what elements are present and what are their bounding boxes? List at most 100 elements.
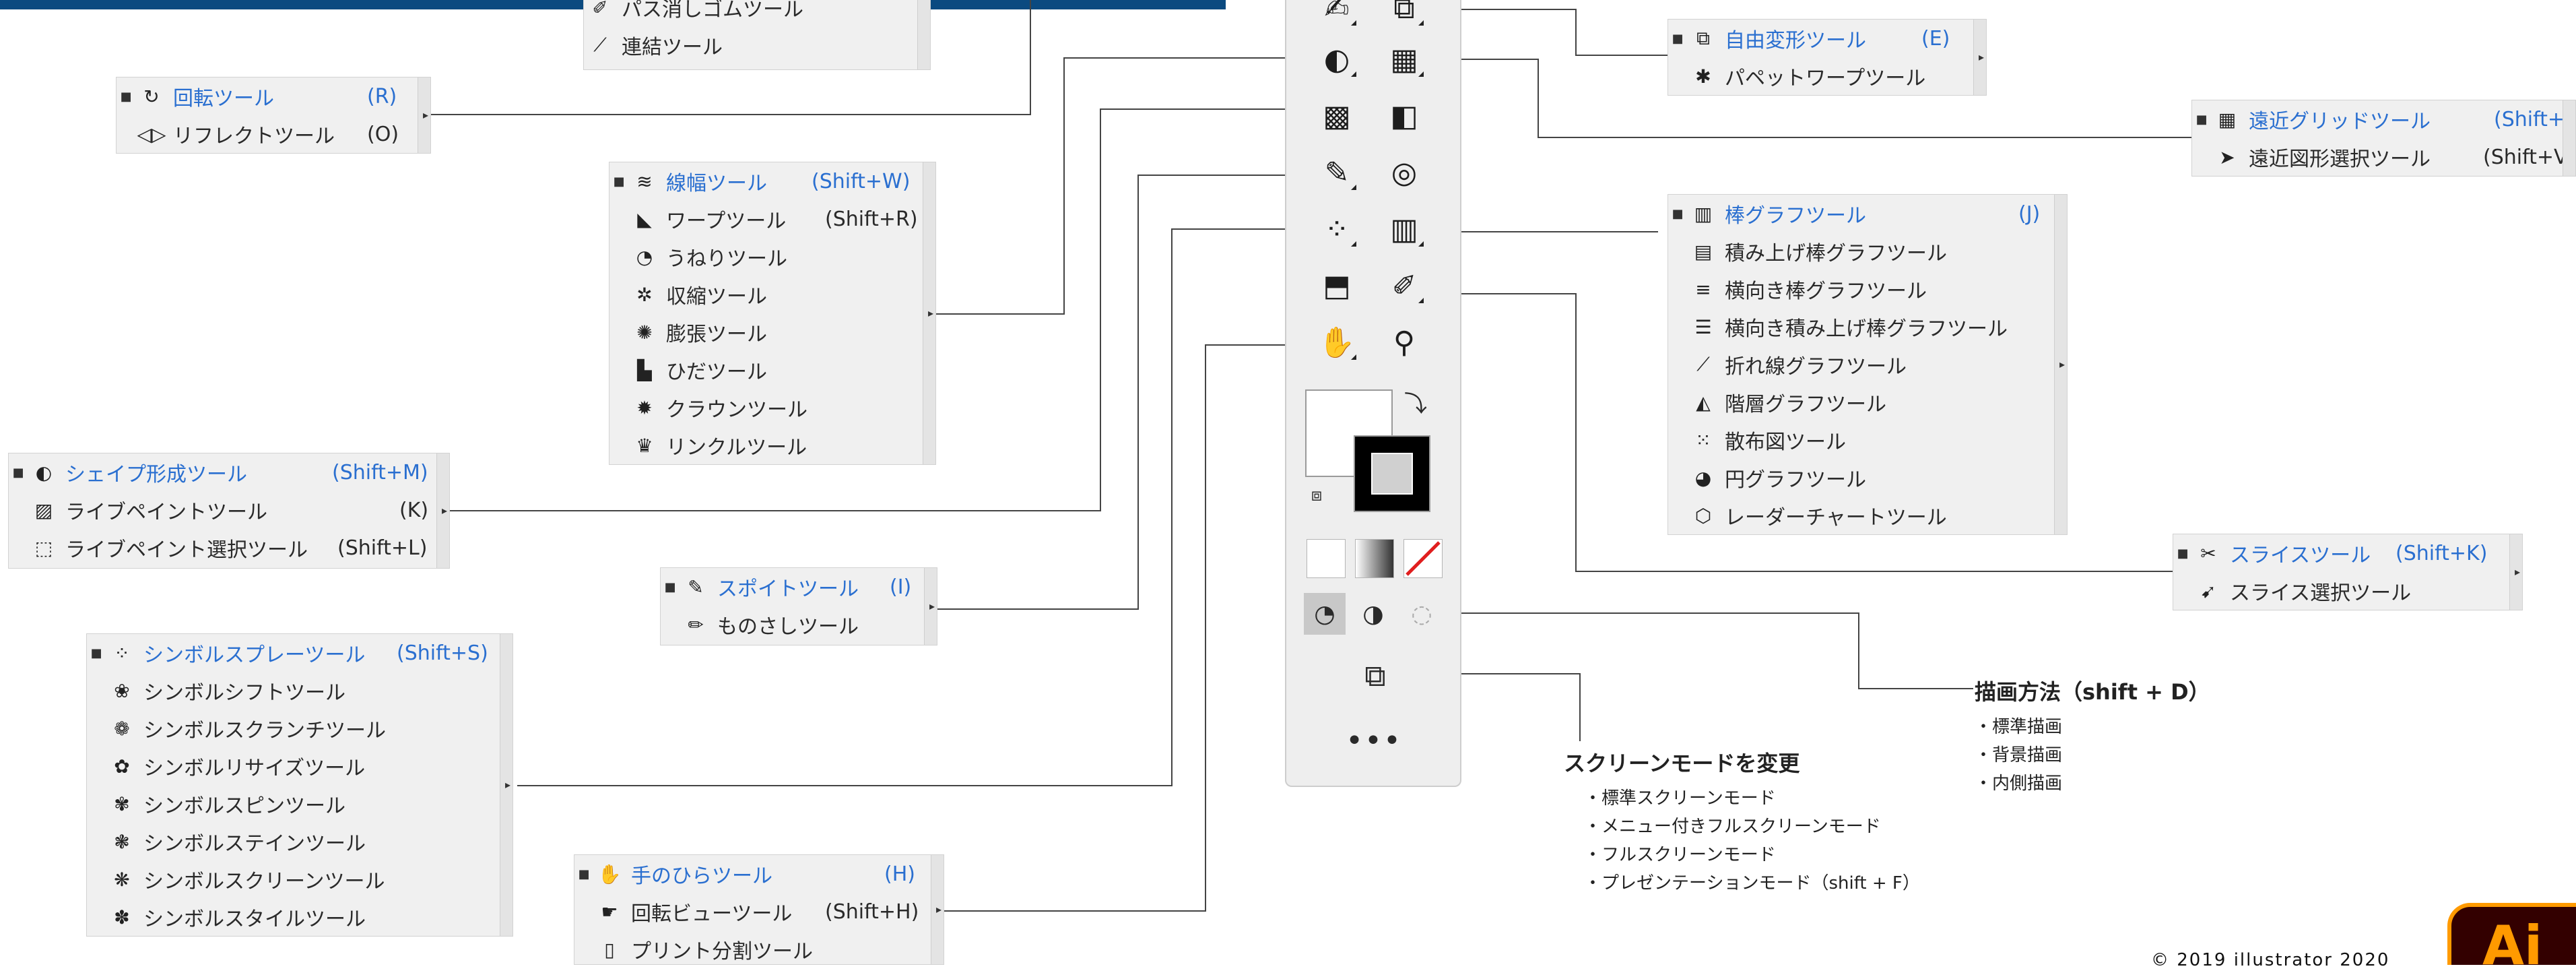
free-transform-tool[interactable]: ■ ⧉ 自由変形ツール (E) <box>1668 20 1987 57</box>
draw-normal-button[interactable]: ◔ <box>1304 593 1346 635</box>
column-graph-icon: ▥ <box>1390 212 1418 247</box>
crystallize-tool[interactable]: ✹ クラウンツール <box>609 389 936 427</box>
bloat-icon: ✺ <box>636 321 653 344</box>
eyedropper-tool[interactable]: ■ ✎ スポイトツール (I) <box>661 568 937 606</box>
free-transform-icon: ⧉ <box>1696 27 1710 49</box>
symbol-group-button[interactable]: ⁘ <box>1313 208 1360 251</box>
symbol-stainer-tool[interactable]: ❃ シンボルステインツール <box>87 823 513 860</box>
hand-group-button[interactable]: ✋ <box>1313 321 1360 364</box>
eraser-group-button[interactable]: ✍ <box>1313 0 1360 30</box>
slice-group-button[interactable]: ✐ <box>1381 264 1428 307</box>
live-paint-tool[interactable]: ▨ ライブペイントツール (K) <box>9 491 450 529</box>
measure-tool[interactable]: ✏ ものさしツール <box>661 606 937 643</box>
screen-mode-item: ・プレゼンテーションモード（shift + F） <box>1584 873 1920 893</box>
reflect-tool[interactable]: ◁▷ リフレクトツール (O) <box>117 115 431 153</box>
bar-graph-tool[interactable]: ≡ 横向き棒グラフツール <box>1668 270 2068 308</box>
rotate-tool[interactable]: ■ ↻ 回転ツール (R) <box>117 77 431 115</box>
print-tiling-tool[interactable]: ▯ プリント分割ツール <box>574 931 944 968</box>
stacked-column-tool[interactable]: ▤ 積み上げ棒グラフツール <box>1668 232 2068 270</box>
bloat-tool[interactable]: ✺ 膨張ツール <box>609 313 936 351</box>
shape-builder-flyout: ■ ◐ シェイプ形成ツール (Shift+M) ▨ ライブペイントツール (K)… <box>8 453 450 569</box>
column-graph-tool[interactable]: ■ ▥ 棒グラフツール (J) <box>1668 195 2068 232</box>
edit-toolbar-button[interactable]: ••• <box>1340 726 1408 761</box>
hand-tool[interactable]: ■ ✋ 手のひらツール (H) <box>574 855 944 893</box>
symbol-stainer-icon: ❃ <box>114 830 130 853</box>
wrinkle-tool[interactable]: ♛ リンクルツール <box>609 427 936 464</box>
gradient-tool-button[interactable]: ◧ <box>1381 94 1428 137</box>
stacked-bar-tool[interactable]: ☰ 横向き積み上げ棒グラフツール <box>1668 308 2068 346</box>
symbol-spinner-tool[interactable]: ✾ シンボルスピンツール <box>87 785 513 823</box>
free-transform-group-button[interactable]: ⧉ <box>1381 0 1428 30</box>
radar-graph-tool[interactable]: ⬡ レーダーチャートツール <box>1668 497 2068 534</box>
draw-inside-button[interactable]: ◌ <box>1401 593 1443 635</box>
tearoff-arrow-icon[interactable]: ▸ <box>929 601 935 612</box>
live-paint-select-icon: ⬚ <box>34 536 53 559</box>
area-graph-tool[interactable]: ◭ 階層グラフツール <box>1668 383 2068 421</box>
hand-tools-flyout: ■ ✋ 手のひらツール (H) ☛ 回転ビューツール (Shift+H) ▯ プ… <box>574 854 944 965</box>
symbol-screener-tool[interactable]: ❋ シンボルスクリーンツール <box>87 860 513 898</box>
path-eraser-icon: ✐ <box>592 0 608 19</box>
free-transform-flyout: ■ ⧉ 自由変形ツール (E) ✱ パペットワープツール ▸ <box>1667 19 1987 96</box>
pucker-tool[interactable]: ✲ 収縮ツール <box>609 276 936 313</box>
zoom-tool-button[interactable]: ⚲ <box>1381 321 1428 364</box>
selected-bullet-icon: ■ <box>613 174 625 189</box>
shape-builder-group-button[interactable]: ◐ <box>1313 38 1360 81</box>
perspective-select-tool[interactable]: ➤ 遠近図形選択ツール (Shift+V) <box>2192 138 2576 176</box>
selected-bullet-icon: ■ <box>1672 206 1684 221</box>
tearoff-arrow-icon[interactable]: ▸ <box>423 110 428 121</box>
join-tool[interactable]: ⟋ 連結ツール <box>584 26 931 64</box>
puppet-warp-icon: ✱ <box>1695 65 1711 88</box>
stroke-swatch[interactable] <box>1354 435 1430 512</box>
none-mode-button[interactable] <box>1403 539 1443 578</box>
slice-tool[interactable]: ■ ✂ スライスツール (Shift+K) <box>2173 534 2523 572</box>
warp-tool[interactable]: ◣ ワープツール (Shift+R) <box>609 200 936 238</box>
zoom-icon: ⚲ <box>1393 325 1416 360</box>
tearoff-arrow-icon[interactable]: ▸ <box>505 780 510 790</box>
scallop-tool[interactable]: ▙ ひだツール <box>609 351 936 389</box>
symbol-scruncher-tool[interactable]: ❁ シンボルスクランチツール <box>87 710 513 747</box>
pucker-icon: ✲ <box>636 283 653 306</box>
scatter-graph-tool[interactable]: ⁙ 散布図ツール <box>1668 421 2068 459</box>
line-graph-tool[interactable]: ⟋ 折れ線グラフツール <box>1668 346 2068 383</box>
perspective-group-button[interactable]: ▦ <box>1381 38 1428 81</box>
warp-icon: ◣ <box>637 208 652 230</box>
color-mode-button[interactable] <box>1307 539 1346 578</box>
slice-select-tool[interactable]: ➹ スライス選択ツール <box>2173 572 2523 610</box>
copyright-text: © 2019 illustrator 2020 <box>2151 950 2390 970</box>
rotate-view-tool[interactable]: ☛ 回転ビューツール (Shift+H) <box>574 893 944 931</box>
path-eraser-tool[interactable]: ✐ パス消しゴムツール <box>584 0 931 26</box>
symbol-shifter-tool[interactable]: ❀ シンボルシフトツール <box>87 672 513 710</box>
symbol-styler-tool[interactable]: ✽ シンボルスタイルツール <box>87 898 513 936</box>
tearoff-arrow-icon[interactable]: ▸ <box>442 505 447 516</box>
gradient-mode-button[interactable] <box>1355 539 1394 578</box>
symbol-sprayer-tool[interactable]: ■ ⁘ シンボルスプレーツール (Shift+S) <box>87 634 513 672</box>
mesh-tool-button[interactable]: ▩ <box>1313 94 1360 137</box>
twirl-tool[interactable]: ◔ うねりツール <box>609 238 936 276</box>
puppet-warp-tool[interactable]: ✱ パペットワープツール <box>1668 57 1987 95</box>
none-slash-icon <box>1406 541 1441 576</box>
tearoff-arrow-icon[interactable]: ▸ <box>1979 52 1984 63</box>
rotate-icon: ↻ <box>143 85 160 108</box>
blend-tool-button[interactable]: ◎ <box>1381 151 1428 194</box>
width-tools-flyout: ■ ≋ 線幅ツール (Shift+W) ◣ ワープツール (Shift+R) ◔… <box>609 162 936 465</box>
gradient-icon: ◧ <box>1390 98 1418 133</box>
pie-graph-tool[interactable]: ◕ 円グラフツール <box>1668 459 2068 497</box>
tearoff-arrow-icon[interactable]: ▸ <box>928 308 933 319</box>
scallop-icon: ▙ <box>637 358 652 381</box>
shape-builder-tool[interactable]: ■ ◐ シェイプ形成ツール (Shift+M) <box>9 453 450 491</box>
draw-behind-button[interactable]: ◑ <box>1352 593 1394 635</box>
graph-group-button[interactable]: ▥ <box>1381 208 1428 251</box>
symbol-sizer-tool[interactable]: ✿ シンボルリサイズツール <box>87 747 513 785</box>
eraser-tools-flyout: ✐ パス消しゴムツール ⟋ 連結ツール <box>583 0 931 70</box>
perspective-grid-tool[interactable]: ■ ▦ 遠近グリッドツール (Shift+P) <box>2192 100 2576 138</box>
width-tool[interactable]: ■ ≋ 線幅ツール (Shift+W) <box>609 162 936 200</box>
tearoff-arrow-icon[interactable]: ▸ <box>2059 359 2065 370</box>
tearoff-arrow-icon[interactable]: ▸ <box>2515 567 2520 577</box>
live-paint-select-tool[interactable]: ⬚ ライブペイント選択ツール (Shift+L) <box>9 529 450 567</box>
tearoff-arrow-icon[interactable]: ▸ <box>936 904 942 915</box>
eyedropper-group-button[interactable]: ✎ <box>1313 151 1360 194</box>
default-fill-stroke-icon[interactable]: ⧈ <box>1305 484 1328 507</box>
screen-mode-button[interactable]: ⧉ <box>1344 652 1406 699</box>
swap-fill-stroke-icon[interactable]: ⤵ <box>1402 388 1429 418</box>
artboard-tool-button[interactable]: ⬒ <box>1313 264 1360 307</box>
